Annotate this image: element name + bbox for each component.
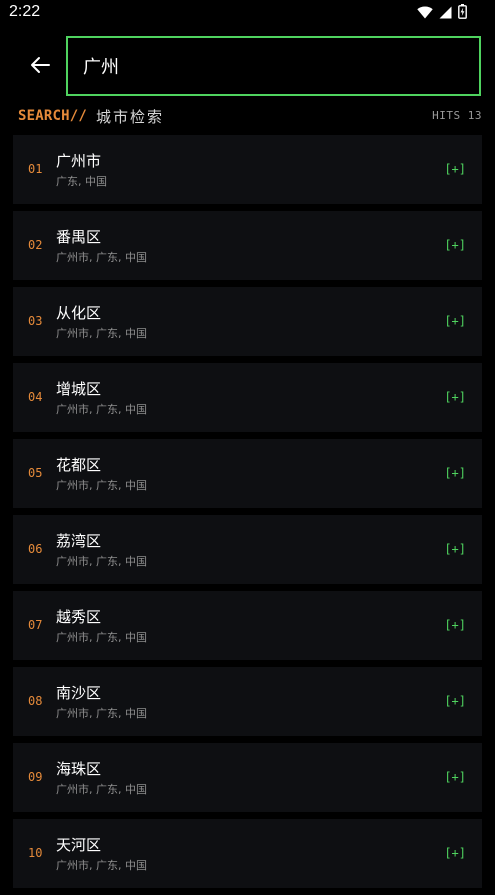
- section-tag: SEARCH//: [18, 108, 88, 124]
- result-row[interactable]: 08 南沙区 广州市, 广东, 中国 [+]: [13, 667, 482, 736]
- row-subtitle: 广州市, 广东, 中国: [56, 403, 147, 416]
- row-subtitle: 广州市, 广东, 中国: [56, 251, 147, 264]
- result-row[interactable]: 04 增城区 广州市, 广东, 中国 [+]: [13, 363, 482, 432]
- add-city-button[interactable]: [+]: [444, 846, 466, 860]
- row-subtitle: 广州市, 广东, 中国: [56, 555, 147, 568]
- row-index: 06: [28, 542, 43, 556]
- add-city-button[interactable]: [+]: [444, 314, 466, 328]
- add-city-button[interactable]: [+]: [444, 770, 466, 784]
- add-city-button[interactable]: [+]: [444, 542, 466, 556]
- hits-count: HITS 13: [432, 109, 482, 122]
- row-subtitle: 广州市, 广东, 中国: [56, 859, 147, 872]
- add-city-button[interactable]: [+]: [444, 162, 466, 176]
- row-name: 花都区: [56, 456, 102, 474]
- arrow-left-icon: [30, 56, 50, 78]
- row-index: 05: [28, 466, 43, 480]
- row-name: 从化区: [56, 304, 102, 322]
- row-subtitle: 广州市, 广东, 中国: [56, 479, 147, 492]
- add-city-button[interactable]: [+]: [444, 694, 466, 708]
- battery-charging-icon: [458, 3, 467, 23]
- section-header: SEARCH// 城市检索: [18, 106, 164, 126]
- row-index: 09: [28, 770, 43, 784]
- row-index: 04: [28, 390, 43, 404]
- row-index: 10: [28, 846, 43, 860]
- row-subtitle: 广州市, 广东, 中国: [56, 327, 147, 340]
- row-index: 03: [28, 314, 43, 328]
- status-bar: 2:22: [0, 0, 495, 28]
- status-time: 2:22: [9, 3, 41, 20]
- row-name: 南沙区: [56, 684, 102, 702]
- search-input[interactable]: [83, 38, 463, 94]
- row-index: 02: [28, 238, 43, 252]
- row-name: 越秀区: [56, 608, 102, 626]
- wifi-icon: [417, 4, 433, 23]
- row-name: 广州市: [56, 152, 102, 170]
- results-list: 01 广州市 广东, 中国 [+] 02 番禺区 广州市, 广东, 中国 [+]…: [13, 135, 482, 895]
- result-row[interactable]: 06 荔湾区 广州市, 广东, 中国 [+]: [13, 515, 482, 584]
- result-row[interactable]: 03 从化区 广州市, 广东, 中国 [+]: [13, 287, 482, 356]
- result-row[interactable]: 09 海珠区 广州市, 广东, 中国 [+]: [13, 743, 482, 812]
- row-index: 08: [28, 694, 43, 708]
- row-subtitle: 广州市, 广东, 中国: [56, 707, 147, 720]
- row-subtitle: 广州市, 广东, 中国: [56, 631, 147, 644]
- add-city-button[interactable]: [+]: [444, 390, 466, 404]
- result-row[interactable]: 07 越秀区 广州市, 广东, 中国 [+]: [13, 591, 482, 660]
- result-row[interactable]: 05 花都区 广州市, 广东, 中国 [+]: [13, 439, 482, 508]
- row-name: 增城区: [56, 380, 102, 398]
- row-name: 番禺区: [56, 228, 102, 246]
- row-subtitle: 广州市, 广东, 中国: [56, 783, 147, 796]
- section-title: 城市检索: [96, 107, 165, 126]
- row-name: 荔湾区: [56, 532, 102, 550]
- status-icons: [417, 3, 467, 23]
- back-button[interactable]: [22, 50, 58, 84]
- add-city-button[interactable]: [+]: [444, 618, 466, 632]
- cellular-signal-icon: [439, 4, 452, 23]
- row-index: 07: [28, 618, 43, 632]
- row-name: 天河区: [56, 836, 102, 854]
- result-row[interactable]: 02 番禺区 广州市, 广东, 中国 [+]: [13, 211, 482, 280]
- search-box[interactable]: [66, 36, 481, 96]
- add-city-button[interactable]: [+]: [444, 238, 466, 252]
- row-subtitle: 广东, 中国: [56, 175, 107, 188]
- row-index: 01: [28, 162, 43, 176]
- result-row[interactable]: 10 天河区 广州市, 广东, 中国 [+]: [13, 819, 482, 888]
- add-city-button[interactable]: [+]: [444, 466, 466, 480]
- row-name: 海珠区: [56, 760, 102, 778]
- result-row[interactable]: 01 广州市 广东, 中国 [+]: [13, 135, 482, 204]
